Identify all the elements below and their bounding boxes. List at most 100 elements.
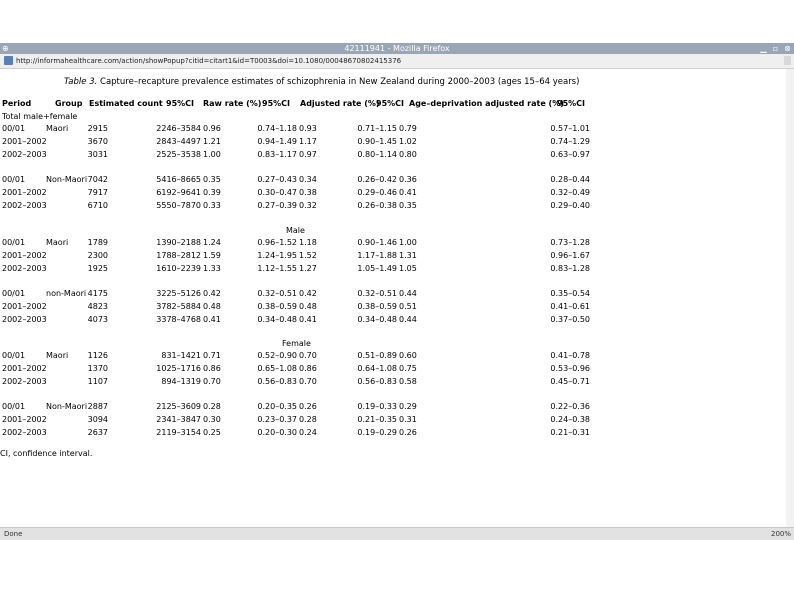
table-cell: 3094 (87, 414, 108, 424)
column-header: Estimated count (89, 99, 163, 108)
table-cell: 00/01 (2, 351, 26, 360)
table-cell: 0.51–0.89 (357, 351, 397, 360)
table-cell: 0.27–0.43 (257, 174, 297, 184)
table-cell: 1.17 (299, 136, 317, 146)
table-cell: 0.42 (203, 288, 221, 298)
table-cell: 0.28–0.44 (550, 174, 590, 184)
table-cell: 1.18 (299, 238, 317, 247)
table-cell: 00/01 (2, 174, 26, 184)
table-cell: 00/01 (2, 288, 26, 298)
table-cell: 0.22–0.36 (550, 401, 590, 411)
table-cell: 2001–2002 (2, 136, 47, 146)
table-cell: 0.26–0.38 (357, 200, 397, 210)
scroll-up-icon[interactable] (784, 56, 791, 65)
table-cell: 0.21–0.31 (550, 427, 590, 437)
table-cell: 0.41–0.61 (550, 301, 590, 311)
table-cell: 0.35 (203, 174, 221, 184)
table-cell: 0.80 (399, 149, 417, 159)
table-cell: 2246–3584 (156, 124, 201, 133)
table-cell: 831–1421 (161, 351, 201, 360)
table-cell: 0.45–0.71 (550, 376, 590, 386)
vertical-scrollbar[interactable] (786, 69, 794, 527)
table-cell: 5550–7870 (156, 200, 201, 210)
table-cell: 0.51 (399, 301, 417, 311)
table-cell: 894–1319 (161, 376, 201, 386)
table-cell: 1126 (87, 351, 108, 360)
table-cell: 2002–2003 (2, 427, 47, 437)
section-label: Male (286, 226, 305, 235)
table-cell: 0.58 (399, 376, 417, 386)
table-cell: 0.20–0.35 (257, 401, 297, 411)
column-header: 95%CI (166, 99, 194, 108)
table-cell: 1.05–1.49 (357, 263, 397, 273)
table-cell: 0.38–0.59 (257, 301, 297, 311)
table-cell: 1.27 (299, 263, 317, 273)
table-cell: 0.86 (299, 363, 317, 373)
table-cell: 0.86 (203, 363, 221, 373)
table-cell: 2001–2002 (2, 414, 47, 424)
table-cell: 0.20–0.30 (257, 427, 297, 437)
table-cell: 6710 (87, 200, 108, 210)
table-cell: 0.35–0.54 (550, 288, 590, 298)
table-cell: 0.71–1.15 (357, 124, 397, 133)
table-cell: 0.27–0.39 (257, 200, 297, 210)
table-cell: 0.23–0.37 (257, 414, 297, 424)
table-cell: 1610–2239 (156, 263, 201, 273)
url-text[interactable]: http://informahealthcare.com/action/show… (16, 54, 401, 68)
table-cell: 0.35 (399, 200, 417, 210)
table-cell: 1.24 (203, 238, 221, 247)
table-cell: 0.38–0.59 (357, 301, 397, 311)
table-cell: 0.70 (299, 376, 317, 386)
table-cell: 0.26 (299, 401, 317, 411)
close-icon[interactable]: ⊗ (783, 44, 792, 53)
table-cell: 0.26 (399, 427, 417, 437)
column-header: 95%CI (262, 99, 290, 108)
table-cell: 3782–5884 (156, 301, 201, 311)
table-cell: 1788–2812 (156, 250, 201, 260)
table-cell: 0.41–0.78 (550, 351, 590, 360)
table-cell: 0.97 (299, 149, 317, 159)
table-cell: 0.30 (203, 414, 221, 424)
table-cell: 1.21 (203, 136, 221, 146)
table-cell: 1.24–1.95 (257, 250, 297, 260)
table-cell: 0.96–1.67 (550, 250, 590, 260)
table-cell: 0.36 (399, 174, 417, 184)
table-cell: 6192–9641 (156, 187, 201, 197)
table-cell: 0.60 (399, 351, 417, 360)
table-cell: 0.83–1.17 (257, 149, 297, 159)
table-cell: 3031 (87, 149, 108, 159)
table-cell: 0.48 (203, 301, 221, 311)
table-cell: 1.17–1.88 (357, 250, 397, 260)
table-cell: 2119–3154 (156, 427, 201, 437)
column-header: 95%CI (557, 99, 585, 108)
table-cell: 0.70 (203, 376, 221, 386)
table-cell: 0.70 (299, 351, 317, 360)
column-header: Age–deprivation adjusted rate (%) (409, 99, 564, 108)
table-cell: 00/01 (2, 238, 26, 247)
minimize-icon[interactable]: ▁ (759, 44, 768, 53)
table-cell: 2002–2003 (2, 263, 47, 273)
table-cell: 2002–2003 (2, 376, 47, 386)
column-header: Adjusted rate (%) (300, 99, 380, 108)
column-header: Group (55, 99, 83, 108)
table-cell: 0.90–1.45 (357, 136, 397, 146)
table-cell: 0.83–1.28 (550, 263, 590, 273)
table-cell: 3378–4768 (156, 314, 201, 324)
table-cell: 0.32 (299, 200, 317, 210)
table-cell: 0.19–0.29 (357, 427, 397, 437)
table-cell: 0.34–0.48 (357, 314, 397, 324)
table-cell: 0.74–1.18 (257, 124, 297, 133)
table-cell: 1925 (87, 263, 108, 273)
page-content: Table 3. Capture–recapture prevalence es… (0, 69, 786, 527)
table-cell: 0.24–0.38 (550, 414, 590, 424)
column-header: Raw rate (%) (203, 99, 262, 108)
maximize-icon[interactable]: ▫ (771, 44, 780, 53)
table-cell: 1.12–1.55 (257, 263, 297, 273)
table-cell: 2300 (87, 250, 108, 260)
table-cell: 0.38 (299, 187, 317, 197)
table-cell: 0.56–0.83 (257, 376, 297, 386)
table-cell: 0.28 (299, 414, 317, 424)
table-cell: 0.19–0.33 (357, 401, 397, 411)
address-bar[interactable]: http://informahealthcare.com/action/show… (0, 54, 794, 69)
table-cell: 2002–2003 (2, 149, 47, 159)
